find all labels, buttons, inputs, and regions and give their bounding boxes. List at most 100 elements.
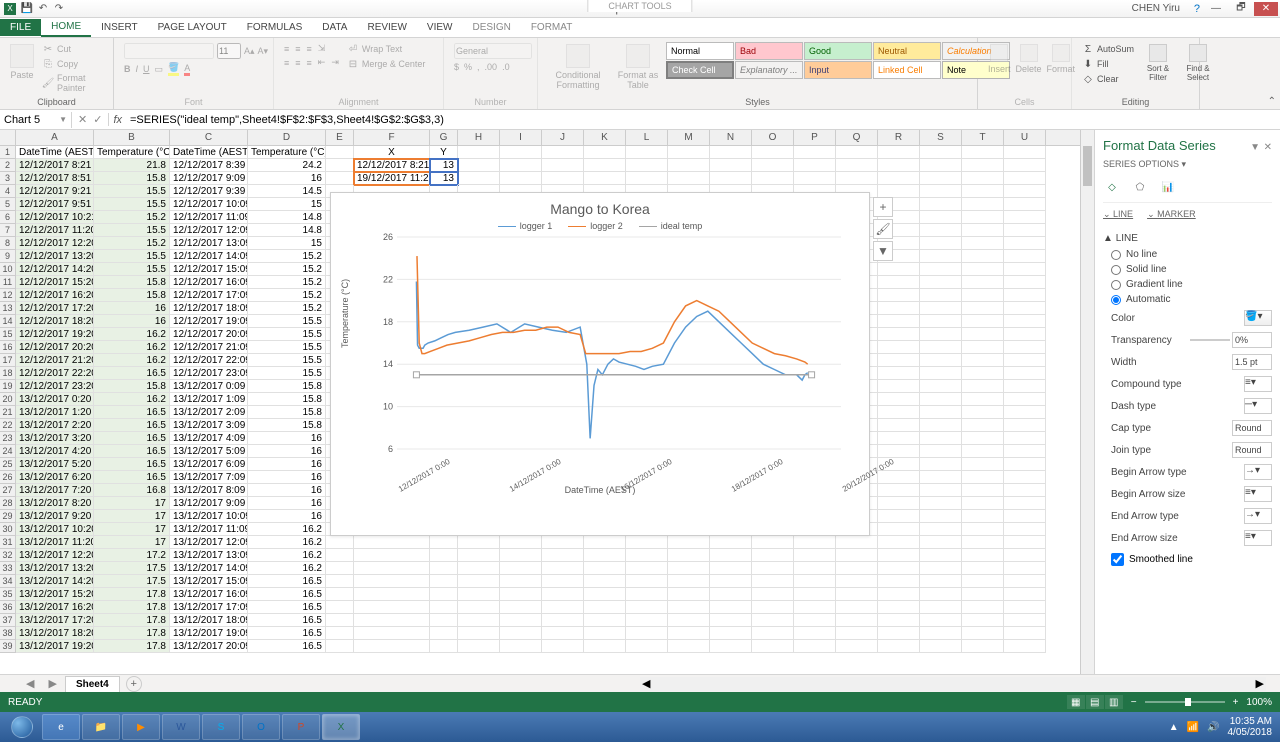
cell[interactable] [710, 172, 752, 185]
row-header[interactable]: 31 [0, 536, 16, 549]
taskbar-outlook[interactable]: O [242, 714, 280, 740]
cell[interactable]: 13/12/2017 1:09 [170, 393, 248, 406]
cell[interactable] [326, 640, 354, 653]
cell[interactable]: 14.8 [248, 211, 326, 224]
cell[interactable] [500, 536, 542, 549]
row-header[interactable]: 13 [0, 302, 16, 315]
cell[interactable]: 15.2 [248, 289, 326, 302]
cell[interactable] [878, 497, 920, 510]
cell[interactable]: 12/12/2017 9:39 [170, 185, 248, 198]
col-header-J[interactable]: J [542, 130, 584, 145]
line-option-gradient-line[interactable]: Gradient line [1103, 277, 1272, 292]
cell[interactable]: Y [430, 146, 458, 159]
cell[interactable]: 17.2 [94, 549, 170, 562]
cell[interactable] [878, 302, 920, 315]
cell[interactable] [668, 146, 710, 159]
cell[interactable] [962, 601, 1004, 614]
cell[interactable]: 16.5 [248, 601, 326, 614]
cell[interactable]: 15.5 [248, 341, 326, 354]
compound-type-select[interactable]: ≡▾ [1244, 376, 1272, 392]
cell[interactable] [326, 601, 354, 614]
cell[interactable] [584, 575, 626, 588]
cell[interactable] [458, 640, 500, 653]
cell[interactable] [878, 562, 920, 575]
row-header[interactable]: 9 [0, 250, 16, 263]
col-header-O[interactable]: O [752, 130, 794, 145]
cell[interactable] [668, 159, 710, 172]
cell[interactable] [668, 588, 710, 601]
cell[interactable] [920, 367, 962, 380]
cell[interactable] [430, 549, 458, 562]
cell[interactable] [326, 172, 354, 185]
zoom-in-button[interactable]: + [1233, 697, 1239, 708]
conditional-formatting-button[interactable]: Conditional Formatting [546, 42, 610, 92]
taskbar-excel[interactable]: X [322, 714, 360, 740]
cell-style-bad[interactable]: Bad [735, 42, 803, 60]
cell[interactable] [430, 627, 458, 640]
cell[interactable]: 13/12/2017 16:09 [170, 588, 248, 601]
cell[interactable] [794, 588, 836, 601]
cell[interactable] [920, 640, 962, 653]
save-icon[interactable]: 💾 [20, 2, 34, 16]
cell[interactable]: 13/12/2017 8:09 [170, 484, 248, 497]
cell[interactable] [920, 614, 962, 627]
row-header[interactable]: 17 [0, 354, 16, 367]
cell[interactable]: 16.2 [94, 341, 170, 354]
cell[interactable] [878, 393, 920, 406]
cell[interactable] [878, 406, 920, 419]
cell[interactable] [878, 315, 920, 328]
cell[interactable] [962, 523, 1004, 536]
cell[interactable]: 13/12/2017 17:20 [16, 614, 94, 627]
cell[interactable] [752, 536, 794, 549]
cell[interactable] [920, 588, 962, 601]
cell[interactable] [962, 367, 1004, 380]
help-icon[interactable]: ? [1194, 3, 1200, 15]
cell[interactable] [542, 614, 584, 627]
cell[interactable]: 12/12/2017 20:20 [16, 341, 94, 354]
cell[interactable] [626, 159, 668, 172]
cell[interactable] [668, 627, 710, 640]
cell[interactable] [500, 172, 542, 185]
cell[interactable] [1004, 185, 1046, 198]
row-header[interactable]: 15 [0, 328, 16, 341]
cell[interactable] [878, 510, 920, 523]
sheet-nav-prev[interactable]: ◀ [20, 677, 40, 690]
cell[interactable] [584, 640, 626, 653]
format-as-table-button[interactable]: Format as Table [614, 42, 662, 92]
cell[interactable] [1004, 315, 1046, 328]
cell[interactable]: 15 [248, 237, 326, 250]
taskbar-media[interactable]: ▶ [122, 714, 160, 740]
delete-cells-button[interactable]: Delete [1014, 42, 1044, 76]
cell[interactable] [962, 380, 1004, 393]
cell[interactable] [920, 497, 962, 510]
cell[interactable] [668, 614, 710, 627]
clear-button[interactable]: ◇Clear [1080, 72, 1136, 86]
dash-type-select[interactable]: ─▾ [1244, 398, 1272, 414]
cell[interactable]: 13/12/2017 11:09 [170, 523, 248, 536]
cell[interactable] [878, 146, 920, 159]
cell[interactable] [458, 172, 500, 185]
underline-button[interactable]: U [143, 64, 150, 74]
row-header[interactable]: 29 [0, 510, 16, 523]
cell[interactable]: 12/12/2017 19:20 [16, 328, 94, 341]
cell[interactable] [626, 146, 668, 159]
cell[interactable] [626, 172, 668, 185]
cell[interactable] [542, 562, 584, 575]
cell[interactable]: 12/12/2017 13:20 [16, 250, 94, 263]
smoothed-line-checkbox[interactable] [1111, 553, 1124, 566]
cell-style-neutral[interactable]: Neutral [873, 42, 941, 60]
line-option-solid-line[interactable]: Solid line [1103, 262, 1272, 277]
cell[interactable] [920, 523, 962, 536]
cell[interactable]: 15.8 [94, 289, 170, 302]
col-header-P[interactable]: P [794, 130, 836, 145]
cell[interactable] [752, 640, 794, 653]
cell[interactable] [1004, 237, 1046, 250]
cell[interactable]: 12/12/2017 23:09 [170, 367, 248, 380]
cell[interactable]: 16.5 [248, 614, 326, 627]
cell[interactable] [430, 601, 458, 614]
cell[interactable] [962, 172, 1004, 185]
cell[interactable]: 13/12/2017 5:09 [170, 445, 248, 458]
col-header-R[interactable]: R [878, 130, 920, 145]
series-options-icon[interactable]: 📊 [1159, 178, 1177, 196]
cell[interactable] [878, 523, 920, 536]
